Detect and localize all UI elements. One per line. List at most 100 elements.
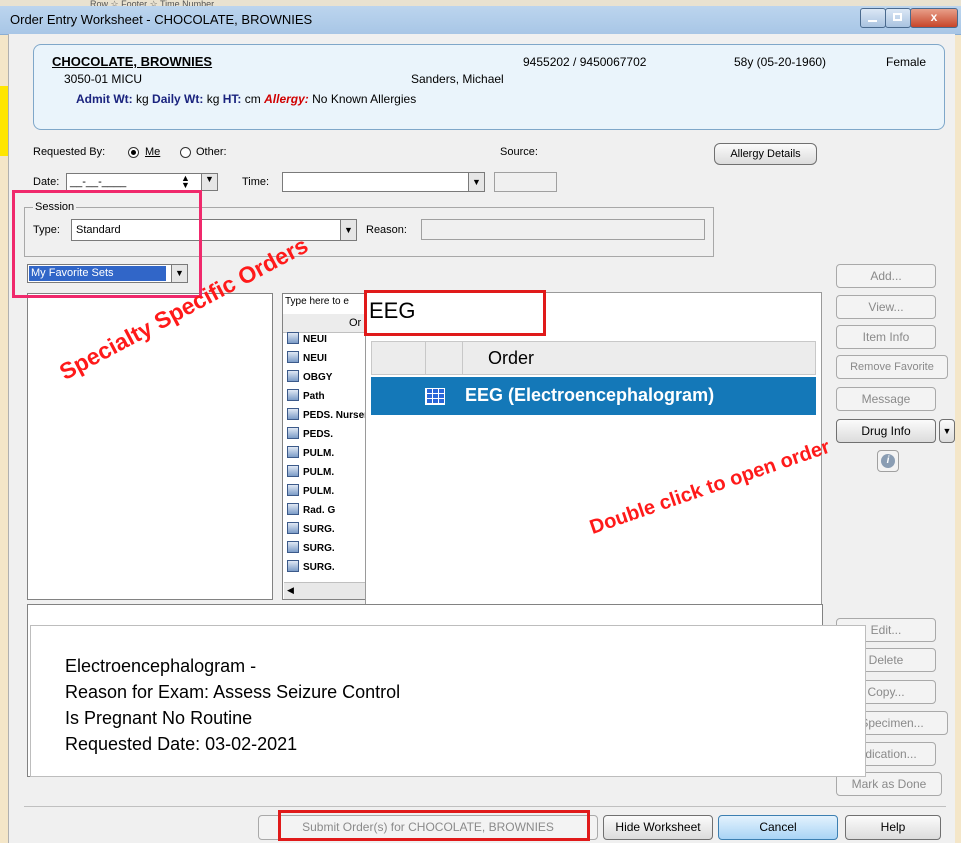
order-set-icon [287,332,299,344]
radio-other-label: Other: [196,146,227,158]
submit-highlight-box [278,810,590,841]
order-detail-line-4: Requested Date: 03-02-2021 [65,734,298,754]
info-button[interactable]: i [877,450,899,472]
search-highlight-box [364,290,546,336]
drug-info-dropdown-icon[interactable]: ▼ [939,419,955,443]
column-order-label: Or [349,317,362,329]
search-zoom-view: EEG Order EEG (Electroencephalogram) [365,292,822,607]
patient-banner: CHOCOLATE, BROWNIES 3050-01 MICU Sanders… [33,44,945,130]
list-item[interactable]: OBGY [287,370,377,389]
patient-sex: Female [886,55,927,69]
title-bar: Order Entry Worksheet - CHOCOLATE, BROWN… [0,6,961,35]
date-field[interactable]: __-__-____ ▲ ▼ ▼ [66,173,218,191]
remove-favorite-button[interactable]: Remove Favorite [836,355,948,379]
patient-measurements: Admit Wt: kg Daily Wt: kg HT: cm Allergy… [76,92,416,106]
radio-me[interactable] [128,147,139,158]
list-item[interactable]: Path [287,389,377,408]
help-button[interactable]: Help [845,815,941,840]
ht-unit: cm [244,92,261,106]
zoom-list-header: Order [371,341,816,375]
order-set-icon [287,541,299,553]
admit-wt-label: Admit Wt: [76,92,133,106]
attending-physician: Sanders, Michael [411,72,504,86]
favorites-highlight-box [12,190,202,298]
list-header: Or [283,314,377,333]
date-dropdown-button[interactable]: ▼ [201,174,217,190]
time-dropdown-button[interactable]: ▼ [468,173,484,191]
close-button[interactable]: x [910,8,958,28]
maximize-button[interactable] [885,8,911,28]
message-button[interactable]: Message [836,387,936,411]
order-set-icon [287,484,299,496]
maximize-icon [893,13,902,21]
requested-by-label: Requested By: [33,146,106,158]
patient-unit: 3050-01 MICU [64,72,143,86]
date-spinner-icon[interactable]: ▲ ▼ [181,174,190,190]
time-extra-field [494,172,557,192]
order-set-icon [287,351,299,363]
session-type-dropdown-icon[interactable]: ▼ [340,220,356,240]
drug-info-button[interactable]: Drug Info [836,419,936,443]
list-item[interactable]: NEUI [287,351,377,370]
order-set-icon [287,503,299,515]
patient-name[interactable]: CHOCOLATE, BROWNIES [52,54,212,69]
window-title: Order Entry Worksheet - CHOCOLATE, BROWN… [10,12,313,27]
reason-field [421,219,705,240]
source-label: Source: [500,146,538,158]
order-set-icon [287,560,299,572]
minimize-icon [868,20,877,22]
close-icon: x [930,10,938,24]
radio-me-label: Me [145,146,161,158]
list-item[interactable]: SURG. [287,560,377,576]
list-item[interactable]: SURG. [287,522,377,541]
info-icon: i [881,454,895,468]
time-label: Time: [242,176,270,188]
item-info-button[interactable]: Item Info [836,325,936,349]
cancel-button[interactable]: Cancel [718,815,838,840]
hide-worksheet-button[interactable]: Hide Worksheet [603,815,713,840]
order-set-icon [287,446,299,458]
daily-wt-unit: kg [206,92,220,106]
minimize-button[interactable] [860,8,886,28]
zoom-column-order: Order [488,348,535,368]
patient-age: 58y (05-20-1960) [734,55,827,69]
order-detail-line-1: Electroencephalogram - [65,656,257,676]
horizontal-scrollbar[interactable]: ◀ [284,582,376,599]
add-button[interactable]: Add... [836,264,936,288]
order-set-icon [287,389,299,401]
list-item[interactable]: PULM. [287,465,377,484]
search-result-row[interactable]: EEG (Electroencephalogram) [371,377,816,415]
search-result-label: EEG (Electroencephalogram) [465,385,715,405]
order-detail-line-2: Reason for Exam: Assess Seizure Control [65,682,401,702]
orderable-grid-icon [425,388,445,405]
yellow-margin-marker [0,86,8,156]
allergy-value: No Known Allergies [312,92,417,106]
list-item[interactable]: PULM. [287,484,377,503]
order-set-icon [287,427,299,439]
search-placeholder[interactable]: Type here to e [285,296,349,307]
allergy-details-button[interactable]: Allergy Details [714,143,817,165]
list-item[interactable]: PULM. [287,446,377,465]
order-set-icon [287,465,299,477]
scroll-left-icon[interactable]: ◀ [287,585,294,596]
order-set-icon [287,370,299,382]
order-set-icon [287,408,299,420]
list-item[interactable]: PEDS. [287,427,377,446]
reason-label: Reason: [366,224,407,236]
time-field[interactable]: ▼ [282,172,485,192]
date-label: Date: [33,176,60,188]
list-item[interactable]: Rad. G [287,503,377,522]
order-set-icon [287,522,299,534]
admit-wt-unit: kg [136,92,149,106]
list-item[interactable]: SURG. [287,541,377,560]
view-button[interactable]: View... [836,295,936,319]
ht-label: HT: [222,92,242,106]
radio-other[interactable] [180,147,191,158]
allergy-label: Allergy: [264,92,309,106]
order-detail-zoom: Electroencephalogram - Reason for Exam: … [30,625,866,777]
bottom-separator [24,806,946,807]
order-detail-line-3: Is Pregnant No Routine [65,708,253,728]
date-value: __-__-____ [70,176,127,188]
patient-ids: 9455202 / 9450067702 [523,55,647,69]
daily-wt-label: Daily Wt: [152,92,204,106]
